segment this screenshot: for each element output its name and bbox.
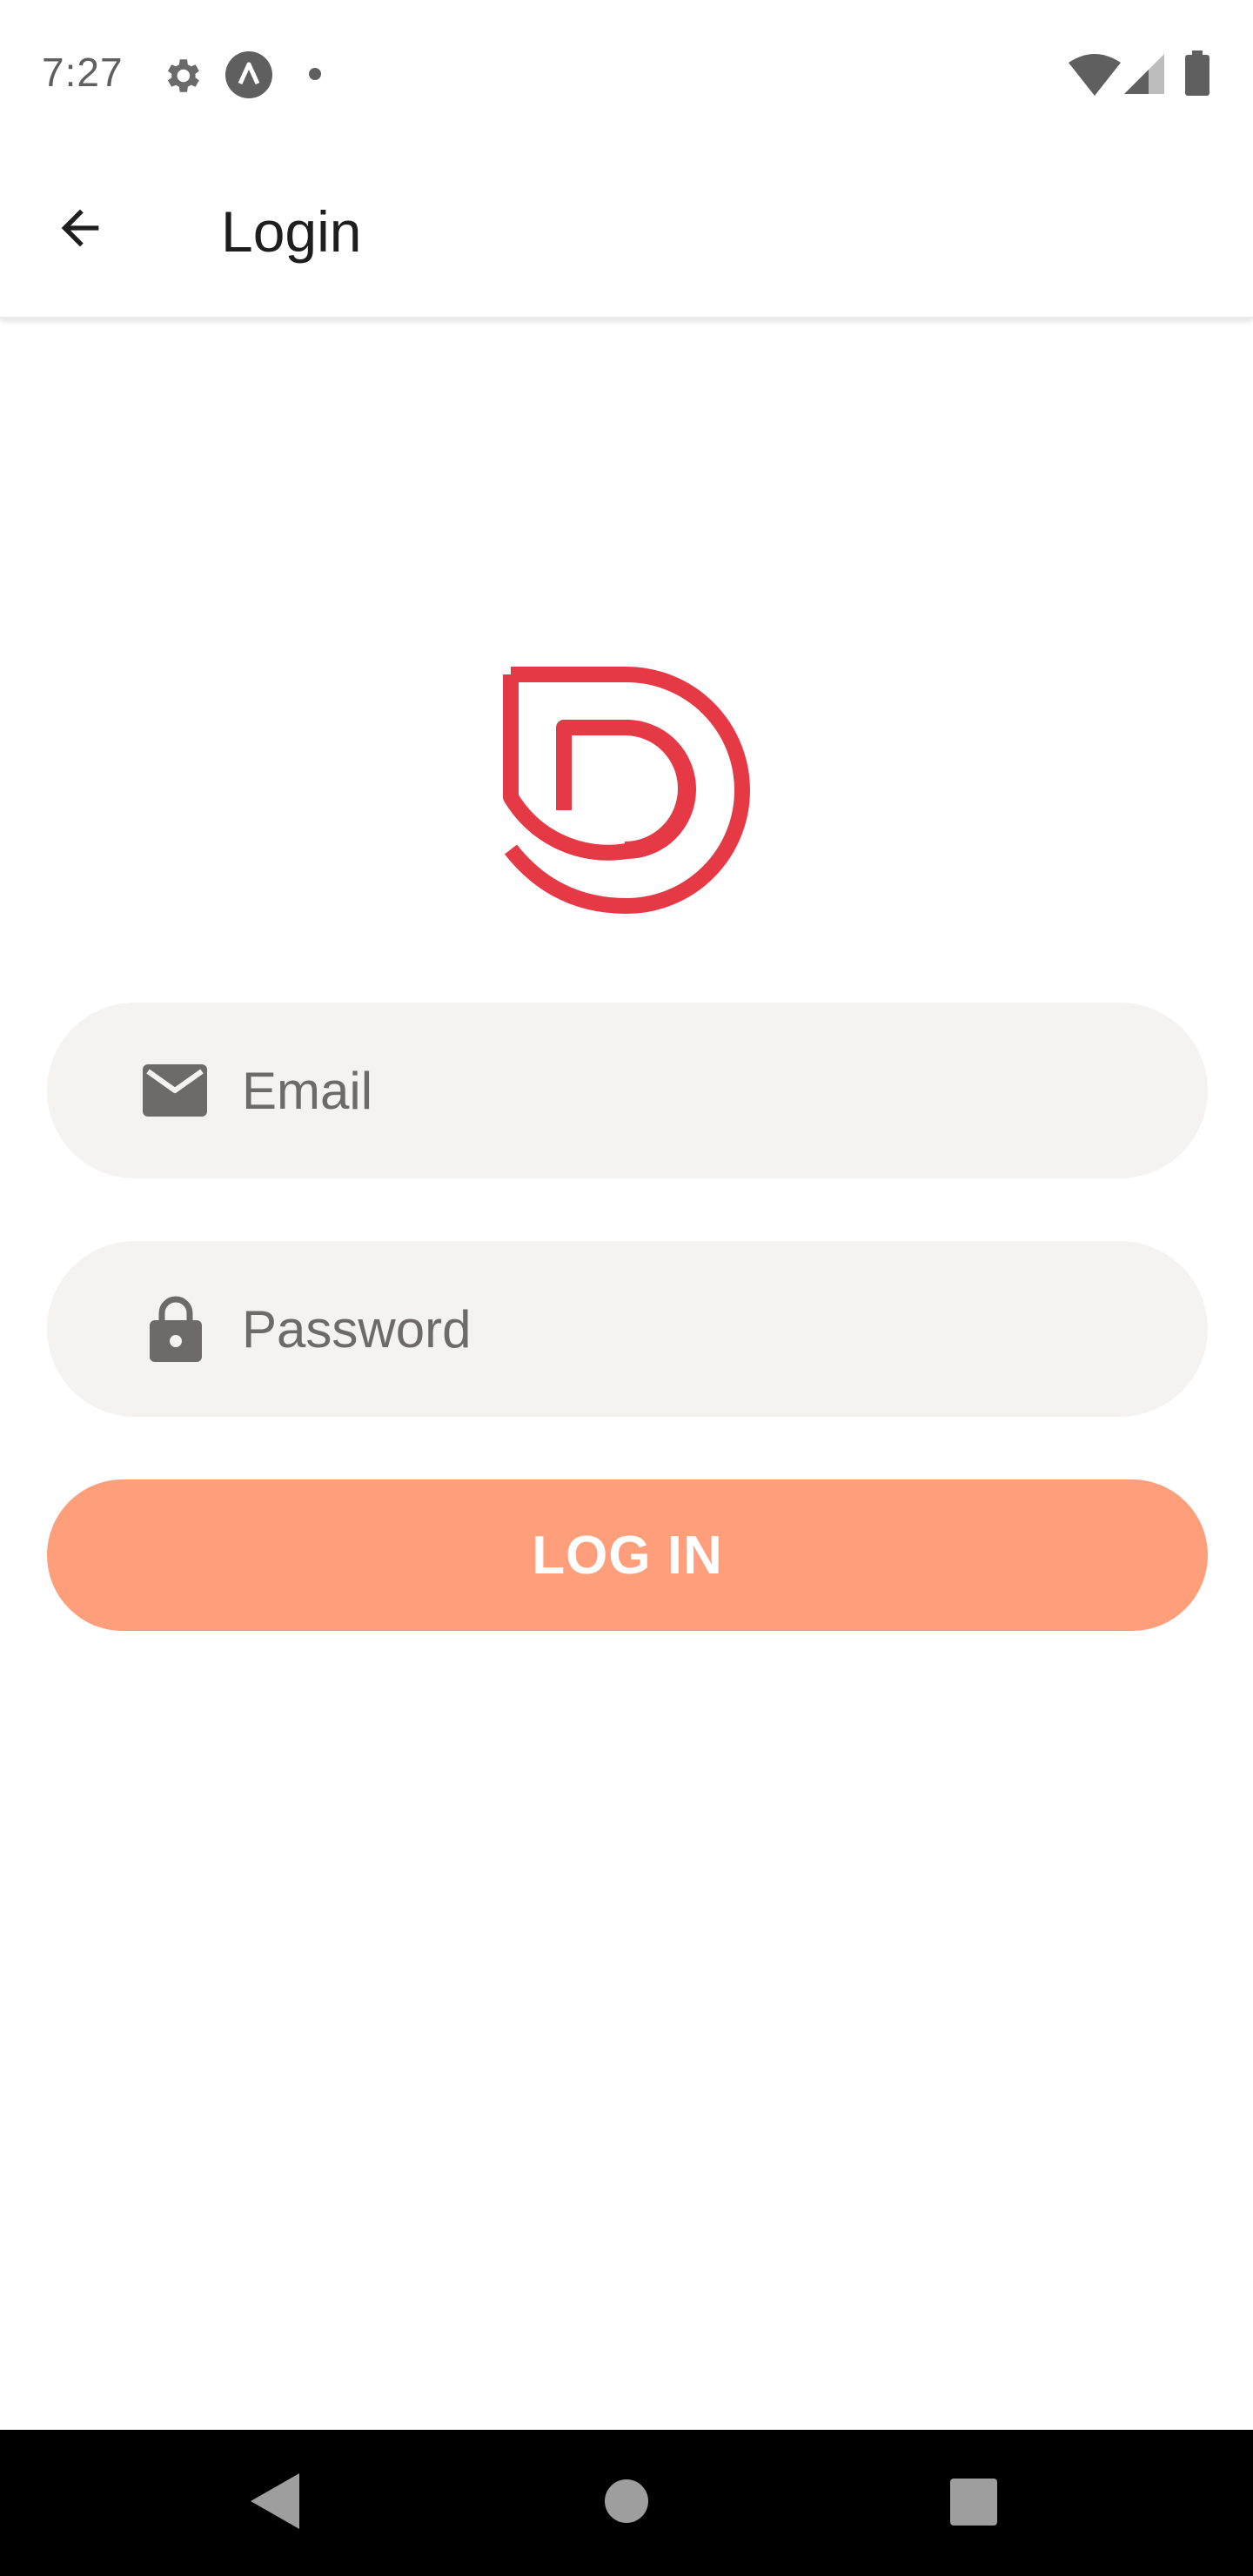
login-button[interactable]: LOG IN <box>47 1479 1208 1631</box>
recents-nav-icon[interactable] <box>950 2479 997 2530</box>
signal-icon <box>1124 54 1164 98</box>
password-field-container <box>47 1241 1208 1417</box>
back-button[interactable] <box>35 184 125 275</box>
email-field[interactable] <box>242 1003 1182 1178</box>
settings-icon <box>160 54 204 102</box>
lock-icon <box>150 1296 202 1362</box>
dot-icon <box>308 67 322 85</box>
login-button-label: LOG IN <box>532 1525 723 1586</box>
page-title: Login <box>221 199 362 264</box>
app-bar: Login <box>0 150 1253 319</box>
app-notification-icon <box>224 50 273 104</box>
wifi-icon <box>1069 52 1121 100</box>
email-field-container <box>47 1003 1208 1178</box>
status-bar: 7:27 <box>0 0 1253 150</box>
arrow-back-icon <box>52 200 108 260</box>
home-nav-icon[interactable] <box>604 2479 649 2528</box>
navigation-bar <box>0 2430 1253 2576</box>
email-icon <box>143 1064 207 1117</box>
password-field[interactable] <box>242 1241 1182 1417</box>
brand-logo <box>503 667 750 914</box>
login-screen: 7:27 Login Email LOG IN <box>0 0 1253 2576</box>
battery-icon <box>1185 50 1209 100</box>
status-time: 7:27 <box>42 50 124 95</box>
back-nav-icon[interactable] <box>251 2473 299 2533</box>
